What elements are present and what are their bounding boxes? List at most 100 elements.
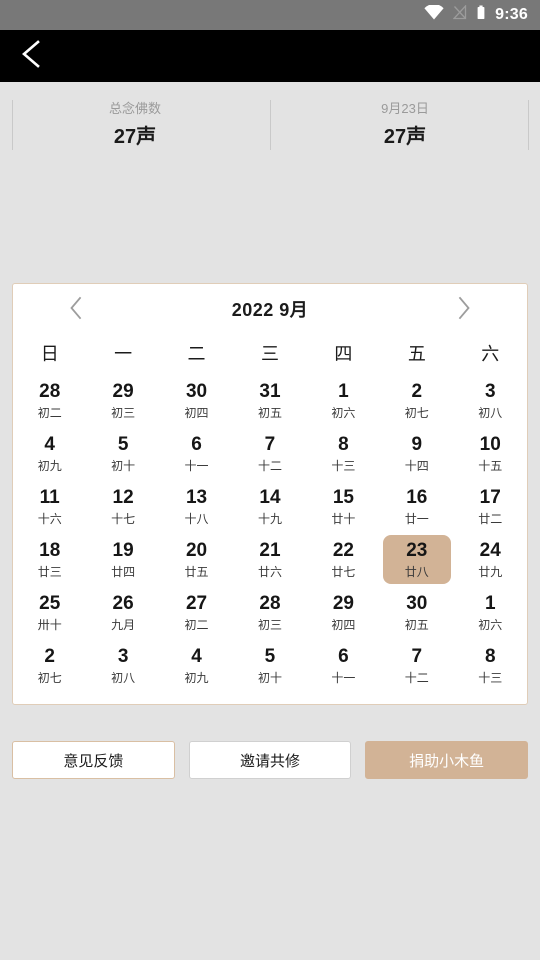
calendar-day[interactable]: 7 十二: [233, 427, 306, 480]
calendar-day-number: 10: [479, 434, 501, 455]
calendar-day[interactable]: 19 廿四: [86, 533, 159, 586]
calendar-day-lunar: 九月: [111, 618, 136, 632]
calendar-day[interactable]: 29 初四: [307, 586, 380, 639]
calendar-day-lunar: 初四: [184, 406, 209, 420]
calendar-day[interactable]: 29 初三: [86, 374, 159, 427]
calendar-day[interactable]: 9 十四: [380, 427, 453, 480]
calendar-day[interactable]: 10 十五: [454, 427, 527, 480]
calendar-day-lunar: 十一: [184, 459, 209, 473]
calendar-day[interactable]: 1 初六: [307, 374, 380, 427]
calendar-day[interactable]: 2 初七: [380, 374, 453, 427]
calendar-day[interactable]: 2 初七: [13, 639, 86, 692]
calendar-day-number: 12: [112, 487, 134, 508]
calendar-day[interactable]: 12 十七: [86, 480, 159, 533]
signal-off-icon: [452, 4, 467, 25]
calendar-day[interactable]: 25 卅十: [13, 586, 86, 639]
calendar-day-lunar: 廿七: [331, 565, 356, 579]
calendar-day-lunar: 初六: [331, 406, 356, 420]
calendar-day-number: 24: [479, 540, 501, 561]
calendar-day-pill: 8 十三: [309, 429, 377, 478]
calendar-day-number: 5: [117, 434, 129, 455]
calendar-day-number: 2: [44, 646, 55, 667]
calendar-day[interactable]: 30 初四: [160, 374, 233, 427]
calendar-day[interactable]: 5 初十: [233, 639, 306, 692]
calendar-day-lunar: 廿五: [184, 565, 209, 579]
calendar-header: 2022 9月: [13, 284, 527, 334]
calendar-day[interactable]: 22 廿七: [307, 533, 380, 586]
calendar-grid: 28 初二 29 初三 30 初四 31 初五 1 初六 2 初七 3 初八 4 初九 5 初十 6 十一 7 十二 8 十三…: [13, 374, 527, 696]
calendar-day-lunar: 初九: [37, 459, 62, 473]
calendar-day[interactable]: 6 十一: [307, 639, 380, 692]
calendar-day-pill: 8 十三: [456, 641, 524, 690]
calendar-day[interactable]: 5 初十: [86, 427, 159, 480]
calendar-day-lunar: 廿四: [111, 565, 136, 579]
calendar-day-number: 28: [39, 381, 61, 402]
calendar-day[interactable]: 21 廿六: [233, 533, 306, 586]
calendar-day[interactable]: 15 廿十: [307, 480, 380, 533]
calendar-day-number: 4: [191, 646, 202, 667]
calendar-day[interactable]: 16 廿一: [380, 480, 453, 533]
calendar-day[interactable]: 14 十九: [233, 480, 306, 533]
calendar-day-number: 29: [112, 381, 134, 402]
action-button-1[interactable]: 意见反馈: [12, 741, 175, 779]
calendar-day-lunar: 十九: [257, 512, 282, 526]
calendar-day-lunar: 十二: [257, 459, 282, 473]
stat-today-value: 27声: [383, 125, 427, 148]
calendar-day-lunar: 十六: [37, 512, 62, 526]
calendar-day[interactable]: 28 初三: [233, 586, 306, 639]
calendar-day-number: 6: [338, 646, 349, 667]
calendar-day[interactable]: 4 初九: [13, 427, 86, 480]
calendar-week-row: 4 初九 5 初十 6 十一 7 十二 8 十三 9 十四 10 十五: [13, 427, 527, 480]
calendar-day[interactable]: 18 廿三: [13, 533, 86, 586]
calendar-day-pill: 17 廿二: [456, 482, 524, 531]
calendar-day-pill: 6 十一: [309, 641, 377, 690]
calendar-day[interactable]: 20 廿五: [160, 533, 233, 586]
action-button-3[interactable]: 捐助小木鱼: [365, 741, 529, 779]
calendar-day[interactable]: 8 十三: [307, 427, 380, 480]
calendar-day-lunar: 廿二: [478, 512, 503, 526]
calendar-day[interactable]: 11 十六: [13, 480, 86, 533]
calendar-week-row: 28 初二 29 初三 30 初四 31 初五 1 初六 2 初七 3 初八: [13, 374, 527, 427]
calendar-day-number: 1: [484, 593, 496, 614]
calendar-day[interactable]: 8 十三: [454, 639, 527, 692]
calendar-day[interactable]: 31 初五: [233, 374, 306, 427]
calendar-day[interactable]: 17 廿二: [454, 480, 527, 533]
action-button-label: 捐助小木鱼: [409, 752, 485, 770]
calendar-day-lunar: 初二: [37, 406, 62, 420]
calendar-day-selected[interactable]: 23 廿八: [380, 533, 453, 586]
calendar-day[interactable]: 26 九月: [86, 586, 159, 639]
calendar-day[interactable]: 30 初五: [380, 586, 453, 639]
calendar-day[interactable]: 24 廿九: [454, 533, 527, 586]
calendar-day[interactable]: 4 初九: [160, 639, 233, 692]
calendar-day-lunar: 卅十: [37, 618, 62, 632]
weekday-sat: 六: [481, 344, 500, 364]
calendar-day-number: 19: [112, 540, 134, 561]
back-button[interactable]: [0, 30, 62, 82]
calendar-day[interactable]: 27 初二: [160, 586, 233, 639]
calendar-day[interactable]: 6 十一: [160, 427, 233, 480]
calendar-day-number: 9: [411, 434, 423, 455]
calendar-day-pill: 24 廿九: [456, 535, 524, 584]
calendar-day-number: 13: [185, 487, 208, 508]
calendar-day[interactable]: 28 初二: [13, 374, 86, 427]
calendar-day-number: 7: [264, 434, 276, 455]
calendar-day[interactable]: 13 十八: [160, 480, 233, 533]
calendar-day[interactable]: 7 十二: [380, 639, 453, 692]
calendar-day[interactable]: 3 初八: [454, 374, 527, 427]
calendar-weekday-row: 日 一 二 三 四 五 六: [13, 334, 527, 374]
calendar-day-pill: 30 初四: [163, 376, 231, 425]
calendar-week-row: 25 卅十 26 九月 27 初二 28 初三 29 初四 30 初五 1 初六: [13, 586, 527, 639]
weekday-fri: 五: [407, 344, 426, 364]
calendar-day-lunar: 初七: [37, 671, 62, 685]
wifi-icon: [424, 3, 444, 25]
calendar-day-number: 4: [44, 434, 55, 455]
calendar-day-number: 1: [338, 381, 349, 402]
calendar-next-month-button[interactable]: [445, 292, 483, 328]
calendar-prev-month-button[interactable]: [57, 292, 95, 328]
calendar-day-pill: 31 初五: [236, 376, 304, 425]
calendar-day-pill: 20 廿五: [163, 535, 231, 584]
calendar-day[interactable]: 1 初六: [454, 586, 527, 639]
action-button-2[interactable]: 邀请共修: [188, 741, 352, 779]
calendar-day[interactable]: 3 初八: [86, 639, 159, 692]
calendar-day-lunar: 十五: [478, 459, 503, 473]
